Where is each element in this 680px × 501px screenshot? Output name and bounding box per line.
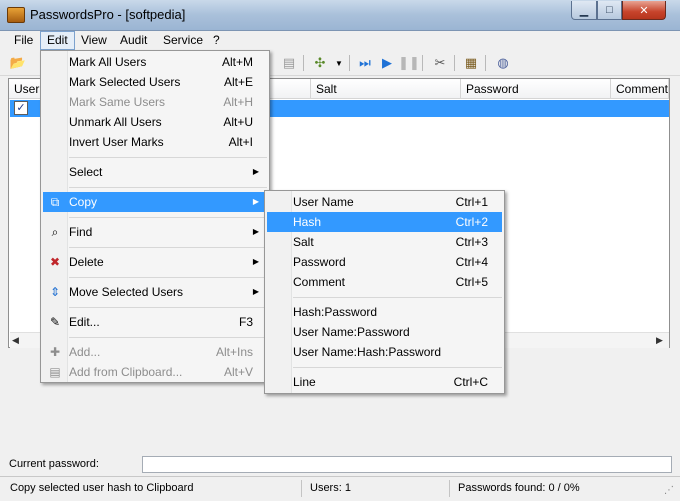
start-audit-icon[interactable]: ⏭: [356, 54, 374, 72]
column-salt[interactable]: Salt: [311, 79, 461, 99]
toolbar-separator: [303, 55, 304, 71]
menu-move-selected-users[interactable]: ⇕ Move Selected Users ▶: [43, 282, 267, 302]
add-icon: ✚: [49, 345, 61, 359]
submenu-arrow-icon: ▶: [252, 257, 259, 266]
toolbar-separator: [485, 55, 486, 71]
submenu-arrow-icon: ▶: [252, 167, 259, 176]
copy-password[interactable]: Password Ctrl+4: [267, 252, 502, 272]
copy-hash-password[interactable]: Hash:Password: [267, 302, 502, 322]
menu-add-from-clipboard[interactable]: ▤ Add from Clipboard... Alt+V: [43, 362, 267, 382]
menu-mark-all-users[interactable]: Mark All Users Alt+M: [43, 52, 267, 72]
edit-menu: Mark All Users Alt+M Mark Selected Users A…: [40, 50, 270, 383]
close-button[interactable]: ✕: [622, 1, 666, 20]
copy-icon: ⧉: [50, 195, 60, 209]
minimize-button[interactable]: ▁: [571, 1, 597, 20]
clipboard-icon: ▤: [49, 365, 61, 379]
menu-audit[interactable]: Audit: [114, 31, 153, 50]
move-arrows-icon: ⇕: [49, 285, 61, 299]
submenu-arrow-icon: ▶: [252, 197, 259, 206]
menu-edit[interactable]: Edit: [40, 31, 75, 50]
menu-unmark-all-users[interactable]: Unmark All Users Alt+U: [43, 112, 267, 132]
menu-delete[interactable]: ✖ Delete ▶: [43, 252, 267, 272]
copy-salt[interactable]: Salt Ctrl+3: [267, 232, 502, 252]
menu-mark-selected-users[interactable]: Mark Selected Users Alt+E: [43, 72, 267, 92]
menu-select[interactable]: Select ▶: [43, 162, 267, 182]
window-title: PasswordsPro - [softpedia]: [30, 7, 186, 22]
toolbar-separator: [349, 55, 350, 71]
dropdown-arrow-icon[interactable]: ▼: [330, 54, 348, 72]
menu-edit-item[interactable]: ✎ Edit... F3: [43, 312, 267, 332]
row-checkbox[interactable]: ✓: [14, 101, 28, 115]
copy-line[interactable]: Line Ctrl+C: [267, 372, 502, 392]
copy-comment[interactable]: Comment Ctrl+5: [267, 272, 502, 292]
toolbar-separator: [422, 55, 423, 71]
scroll-right-icon[interactable]: ▶: [656, 335, 663, 346]
delete-icon: ✖: [49, 255, 61, 269]
menu-find[interactable]: ⌕ Find ▶: [43, 222, 267, 242]
submenu-arrow-icon: ▶: [252, 287, 259, 296]
web-icon[interactable]: ◍: [494, 54, 512, 72]
status-passwords-found: Passwords found: 0 / 0%: [458, 482, 580, 494]
edit-icon: ✎: [49, 315, 61, 329]
menu-add[interactable]: ✚ Add... Alt+Ins: [43, 342, 267, 362]
copy-submenu: User Name Ctrl+1 Hash Ctrl+2 Salt Ctrl+3 Pa…: [264, 190, 505, 394]
copy-user-name[interactable]: User Name Ctrl+1: [267, 192, 502, 212]
current-password-field[interactable]: [142, 456, 672, 473]
title-bar: PasswordsPro - [softpedia] ▁ □ ✕: [0, 0, 680, 31]
copy-user-name-password[interactable]: User Name:Password: [267, 322, 502, 342]
menu-view[interactable]: View: [75, 31, 113, 50]
app-icon: [7, 7, 25, 23]
copy-user-name-hash-password[interactable]: User Name:Hash:Password: [267, 342, 502, 362]
pause-icon[interactable]: ❚❚: [398, 54, 420, 72]
menu-file[interactable]: File: [8, 31, 39, 50]
status-message: Copy selected user hash to Clipboard: [2, 480, 302, 497]
paste-icon[interactable]: ▤: [280, 54, 298, 72]
status-users: Users: 1: [302, 480, 450, 497]
copy-hash[interactable]: Hash Ctrl+2: [267, 212, 502, 232]
binoculars-icon: ⌕: [51, 225, 59, 239]
submenu-arrow-icon: ▶: [252, 227, 259, 236]
menu-mark-same-users[interactable]: Mark Same Users Alt+H: [43, 92, 267, 112]
column-user[interactable]: User: [9, 79, 41, 99]
scroll-left-icon[interactable]: ◀: [12, 335, 19, 346]
status-bar: Copy selected user hash to Clipboard Use…: [0, 476, 680, 501]
menu-service[interactable]: Service: [157, 31, 209, 50]
current-password-label: Current password:: [9, 458, 99, 470]
menu-help[interactable]: ?: [207, 31, 226, 50]
menu-invert-user-marks[interactable]: Invert User Marks Alt+I: [43, 132, 267, 152]
maximize-button[interactable]: □: [597, 1, 622, 20]
column-password[interactable]: Password: [461, 79, 611, 99]
settings-icon[interactable]: ✂: [431, 54, 449, 72]
tools-icon[interactable]: ✣: [311, 54, 329, 72]
column-comment[interactable]: Comment: [611, 79, 669, 99]
menu-bar: File Edit View Audit Service ?: [0, 31, 680, 50]
menu-copy[interactable]: ⧉ Copy ▶: [43, 192, 267, 212]
play-icon[interactable]: ▶: [378, 54, 396, 72]
toolbar-separator: [454, 55, 455, 71]
properties-icon[interactable]: ▦: [462, 54, 480, 72]
open-folder-icon[interactable]: 📂: [9, 54, 27, 72]
resize-grip-icon[interactable]: ⋰: [664, 485, 674, 496]
